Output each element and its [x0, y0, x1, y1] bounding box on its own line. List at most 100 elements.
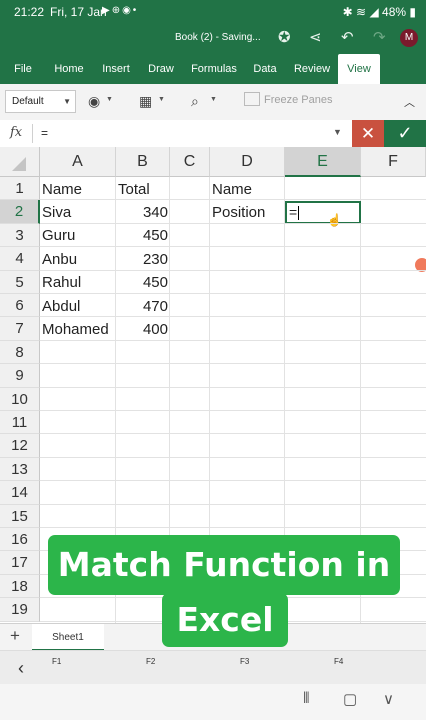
document-title: Book (2) - Saving...: [175, 32, 261, 43]
cell-a5[interactable]: Rahul: [42, 271, 81, 294]
sheet-view-value: Default: [12, 96, 44, 107]
cell-b5[interactable]: 450: [118, 271, 168, 294]
share-icon[interactable]: ⋖: [309, 28, 322, 46]
function-key-f3[interactable]: F3: [240, 657, 249, 666]
eye-icon[interactable]: ◉: [88, 93, 100, 110]
battery-icon: ▮: [409, 5, 416, 19]
cell-a2[interactable]: Siva: [42, 201, 71, 224]
chevron-down-icon[interactable]: ▼: [106, 96, 113, 103]
status-time: 21:22: [14, 5, 45, 19]
row-header-17[interactable]: 17: [0, 551, 40, 575]
active-cell-editor[interactable]: =: [289, 202, 297, 223]
tab-formulas[interactable]: Formulas: [188, 54, 240, 84]
tab-file[interactable]: File: [6, 54, 40, 84]
row-header-14[interactable]: 14: [0, 481, 40, 505]
row-header-12[interactable]: 12: [0, 434, 40, 458]
function-key-f4[interactable]: F4: [334, 657, 343, 666]
cell-b4[interactable]: 230: [118, 248, 168, 271]
column-header-e[interactable]: E: [285, 147, 361, 177]
row-header-7[interactable]: 7: [0, 317, 40, 341]
select-all-icon: [12, 157, 26, 171]
close-icon: ✕: [360, 124, 376, 143]
row-header-8[interactable]: 8: [0, 340, 40, 365]
confirm-button[interactable]: ✓: [384, 120, 426, 147]
recent-apps-icon[interactable]: ⦀: [303, 690, 310, 707]
lightbulb-icon[interactable]: ✪: [278, 28, 291, 46]
undo-icon[interactable]: ↶: [341, 28, 354, 46]
redo-icon[interactable]: ↷: [373, 28, 386, 46]
column-header-d[interactable]: D: [210, 147, 285, 177]
function-key-f2[interactable]: F2: [146, 657, 155, 666]
tab-data[interactable]: Data: [249, 54, 281, 84]
select-all-corner[interactable]: [0, 147, 40, 177]
cell-b7[interactable]: 400: [118, 318, 168, 341]
row-header-13[interactable]: 13: [0, 457, 40, 482]
notification-icons: ▶⊕◉•: [102, 5, 139, 16]
view-toolbar: Default ▼ ◉ ▼ ▦ ▼ ⌕ ▼ Freeze Panes ︿: [0, 84, 426, 121]
row-header-1[interactable]: 1: [0, 177, 40, 201]
row-header-16[interactable]: 16: [0, 528, 40, 552]
fx-icon[interactable]: fx: [10, 125, 22, 140]
chevron-down-icon[interactable]: ▼: [210, 96, 217, 103]
formula-input[interactable]: =: [41, 126, 48, 140]
add-sheet-icon[interactable]: +: [10, 626, 20, 646]
zoom-icon[interactable]: ⌕: [191, 93, 199, 110]
tab-review[interactable]: Review: [290, 54, 334, 84]
caption-line-1: Match Function in: [48, 535, 400, 595]
gridline: [40, 339, 426, 341]
tab-draw[interactable]: Draw: [144, 54, 178, 84]
function-key-f1[interactable]: F1: [52, 657, 61, 666]
row-header-19[interactable]: 19: [0, 598, 40, 622]
cell-d2[interactable]: Position: [212, 201, 265, 224]
column-header-a[interactable]: A: [40, 147, 116, 177]
pointer-cursor-icon: ☝: [327, 213, 342, 227]
gridline: [40, 199, 426, 201]
chevron-down-icon[interactable]: ▼: [333, 127, 342, 137]
row-header-10[interactable]: 10: [0, 387, 40, 411]
status-right: ✱ ≋ ◢ 48% ▮: [343, 5, 416, 19]
chevron-left-icon[interactable]: ‹: [18, 658, 24, 679]
column-header-b[interactable]: B: [116, 147, 170, 177]
cell-a4[interactable]: Anbu: [42, 248, 77, 271]
row-header-11[interactable]: 11: [0, 411, 40, 435]
row-header-18[interactable]: 18: [0, 574, 40, 599]
row-header-15[interactable]: 15: [0, 504, 40, 528]
row-header-2[interactable]: 2: [0, 200, 40, 224]
cell-a1[interactable]: Name: [42, 178, 82, 201]
tab-home[interactable]: Home: [50, 54, 88, 84]
cell-b3[interactable]: 450: [118, 224, 168, 247]
signal-icon: ◢: [369, 5, 379, 19]
column-header-f[interactable]: F: [361, 147, 426, 177]
sheet-view-select[interactable]: Default ▼: [5, 90, 76, 113]
column-header-c[interactable]: C: [170, 147, 210, 177]
text-caret: [298, 206, 299, 220]
cell-a6[interactable]: Abdul: [42, 295, 80, 318]
bluetooth-icon: ✱: [342, 5, 353, 19]
cell-d1[interactable]: Name: [212, 178, 252, 201]
freeze-panes-button[interactable]: Freeze Panes: [264, 94, 332, 106]
table-grid-icon[interactable]: ▦: [139, 93, 152, 110]
formula-separator: [32, 124, 33, 143]
avatar[interactable]: M: [400, 29, 418, 47]
sheet-tab-sheet1[interactable]: Sheet1: [32, 624, 104, 651]
tab-view[interactable]: View: [338, 54, 380, 84]
collapse-ribbon-icon[interactable]: ︿: [404, 94, 415, 110]
home-icon[interactable]: ▢: [343, 690, 357, 708]
cell-a7[interactable]: Mohamed: [42, 318, 109, 341]
chevron-down-icon[interactable]: ▼: [158, 96, 165, 103]
gridline: [40, 527, 426, 528]
cancel-button[interactable]: ✕: [352, 120, 384, 147]
cell-a3[interactable]: Guru: [42, 224, 75, 247]
gridline: [40, 222, 426, 224]
cell-b2[interactable]: 340: [118, 201, 168, 224]
row-header-5[interactable]: 5: [0, 270, 40, 294]
row-header-9[interactable]: 9: [0, 364, 40, 388]
row-header-4[interactable]: 4: [0, 247, 40, 271]
tab-insert[interactable]: Insert: [98, 54, 134, 84]
back-icon[interactable]: ∨: [383, 690, 394, 708]
row-header-3[interactable]: 3: [0, 223, 40, 248]
formula-bar: fx = ▼ ✕ ✓: [0, 120, 426, 148]
cell-b1[interactable]: Total: [118, 178, 150, 201]
cell-b6[interactable]: 470: [118, 295, 168, 318]
row-header-6[interactable]: 6: [0, 294, 40, 318]
